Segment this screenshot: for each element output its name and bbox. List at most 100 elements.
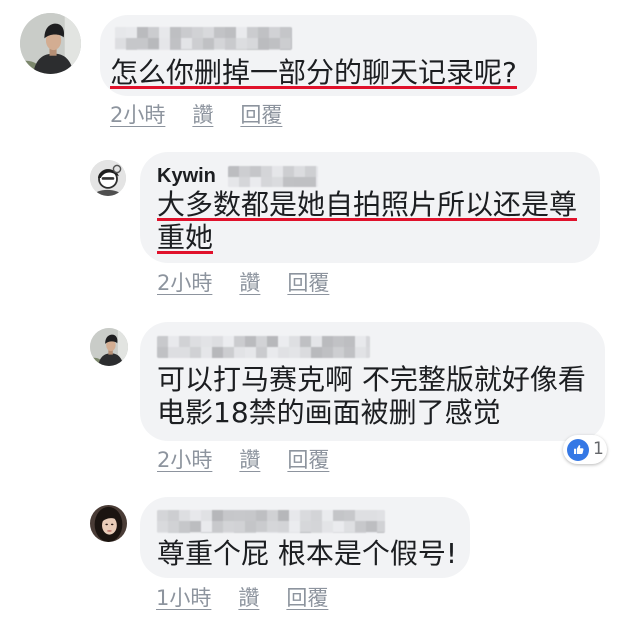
mosaic-tile [214,49,225,50]
comment-bubble: 尊重个屁 根本是个假号! [140,497,470,578]
timestamp-link[interactable]: 2小時 [110,103,165,127]
mosaic-tile [190,347,201,358]
mosaic-tile [159,27,170,38]
comment-actions: 2小時 讚 回覆 [110,103,282,127]
author-name[interactable]: Kywin [157,164,216,188]
mosaic-tile [289,521,300,532]
timestamp-link[interactable]: 1小時 [156,586,211,610]
reply-link[interactable]: 回覆 [287,271,329,295]
mosaic-tile [228,166,239,177]
mosaic-tile [294,166,305,177]
mosaic-tile [157,336,168,347]
red-underline-annotation [157,218,578,221]
mosaic-tile [366,532,377,533]
mosaic-tile [377,532,385,533]
mosaic-tile [203,27,214,38]
redacted-author-name[interactable] [157,510,385,533]
comment-text-line: 重她 [157,221,214,254]
mosaic-tile [322,521,333,532]
mosaic-tile [192,38,203,49]
mosaic-tile [366,521,377,532]
mosaic-tile [234,532,245,533]
mosaic-tile [236,27,247,38]
mosaic-tile [159,38,170,49]
mosaic-tile [333,510,344,521]
comment-text: 大多数都是她自拍照片所以还是尊 [157,188,578,221]
reply-link[interactable]: 回覆 [286,586,328,610]
mosaic-tile [300,532,311,533]
like-link[interactable]: 讚 [239,448,260,472]
timestamp-link[interactable]: 2小時 [157,448,212,472]
like-link[interactable]: 讚 [238,586,259,610]
mosaic-tile [355,336,366,347]
redacted-author-name[interactable] [228,166,318,187]
reaction-badge[interactable]: 1 [563,435,607,464]
mosaic-tile [214,38,225,49]
mosaic-tile [181,49,192,50]
comment-actions: 1小時 讚 回覆 [156,586,328,610]
mosaic-tile [179,521,190,532]
mosaic-tile [344,510,355,521]
mosaic-tile [311,510,322,521]
mosaic-tile [344,347,355,358]
redacted-author-name[interactable] [115,27,292,50]
mosaic-tile [344,336,355,347]
comment-text: 尊重个屁 根本是个假号! [157,537,458,570]
reply-link[interactable]: 回覆 [287,448,329,472]
mosaic-tile [311,347,322,358]
mosaic-tile [115,27,126,38]
mosaic-tile [269,38,280,49]
mosaic-tile [278,336,289,347]
mosaic-tile [179,510,190,521]
red-underline-annotation [157,251,214,254]
mosaic-tile [256,347,267,358]
avatar[interactable] [90,505,127,542]
mosaic-tile [256,336,267,347]
mosaic-tile [280,49,291,50]
mosaic-tile [228,177,239,187]
comment-text: 电影18禁的画面被删了感觉 [157,396,501,429]
mosaic-tile [212,532,223,533]
avatar[interactable] [20,13,81,74]
mosaic-tile [201,336,212,347]
mosaic-tile [289,336,300,347]
mosaic-tile [300,510,311,521]
like-link[interactable]: 讚 [192,103,213,127]
mosaic-tile [247,49,258,50]
mosaic-tile [190,521,201,532]
mosaic-tile [223,510,234,521]
like-link[interactable]: 讚 [239,271,260,295]
mosaic-tile [170,27,181,38]
mosaic-tile [267,336,278,347]
mosaic-tile [278,521,289,532]
redacted-author-name[interactable] [157,336,370,358]
mosaic-tile [201,510,212,521]
mosaic-tile [289,347,300,358]
reaction-count: 1 [593,439,604,459]
mosaic-tile [278,510,289,521]
mosaic-tile [148,38,159,49]
timestamp-link[interactable]: 2小時 [157,271,212,295]
mosaic-tile [322,336,333,347]
mosaic-tile [316,166,318,177]
mosaic-tile [236,38,247,49]
mosaic-tile [201,532,212,533]
mosaic-tile [269,49,280,50]
mosaic-tile [272,177,283,187]
mosaic-tile [333,336,344,347]
mosaic-tile [344,521,355,532]
mosaic-tile [181,38,192,49]
avatar-photo [90,160,126,196]
reply-link[interactable]: 回覆 [240,103,282,127]
mosaic-tile [355,510,366,521]
mosaic-tile [159,49,170,50]
mosaic-tile [250,166,261,177]
avatar[interactable] [90,160,126,196]
mosaic-tile [236,49,247,50]
mosaic-tile [333,521,344,532]
avatar[interactable] [90,328,128,366]
avatar-photo [20,13,81,74]
mosaic-tile [223,347,234,358]
mosaic-tile [245,532,256,533]
mosaic-tile [322,532,333,533]
